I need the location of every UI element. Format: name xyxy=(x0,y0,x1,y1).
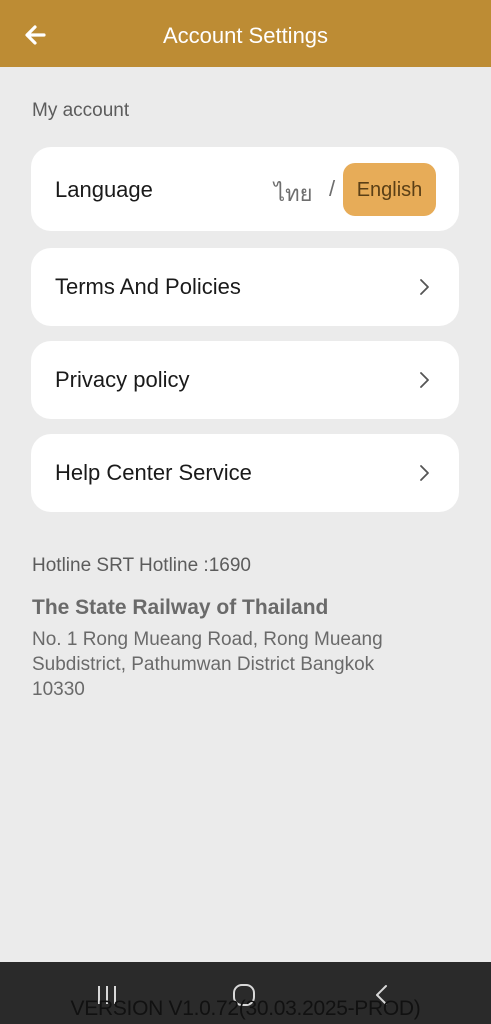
chevron-right-icon xyxy=(420,279,429,295)
hotline-text: Hotline SRT Hotline :1690 xyxy=(32,555,251,576)
menu-item-label: Terms And Policies xyxy=(55,274,241,299)
menu-item-help-center-service[interactable]: Help Center Service xyxy=(31,434,459,512)
language-option-thai[interactable]: ไทย xyxy=(274,176,312,211)
language-option-english[interactable]: English xyxy=(343,163,436,216)
account-settings-screen: Account Settings My account Language ไทย… xyxy=(0,0,491,1024)
section-label-my-account: My account xyxy=(32,100,130,121)
menu-item-label: Privacy policy xyxy=(55,367,190,392)
language-separator: / xyxy=(329,176,336,201)
language-label: Language xyxy=(55,177,153,202)
organization-address: No. 1 Rong Mueang Road, Rong Mueang Subd… xyxy=(32,629,383,700)
page-title: Account Settings xyxy=(162,23,329,48)
arrow-left-icon xyxy=(25,25,46,45)
app-version-text: VERSION V1.0.72(30.03.2025-PROD) xyxy=(70,997,421,1020)
back-button[interactable] xyxy=(20,20,50,50)
menu-item-privacy-policy[interactable]: Privacy policy xyxy=(31,341,459,419)
language-card: Language ไทย / English xyxy=(31,147,459,231)
chevron-right-icon xyxy=(420,465,429,481)
menu-item-terms-and-policies[interactable]: Terms And Policies xyxy=(31,248,459,326)
menu-item-label: Help Center Service xyxy=(55,460,252,485)
organization-name: The State Railway of Thailand xyxy=(32,596,329,619)
chevron-right-icon xyxy=(420,372,429,388)
app-header: Account Settings xyxy=(0,0,491,67)
